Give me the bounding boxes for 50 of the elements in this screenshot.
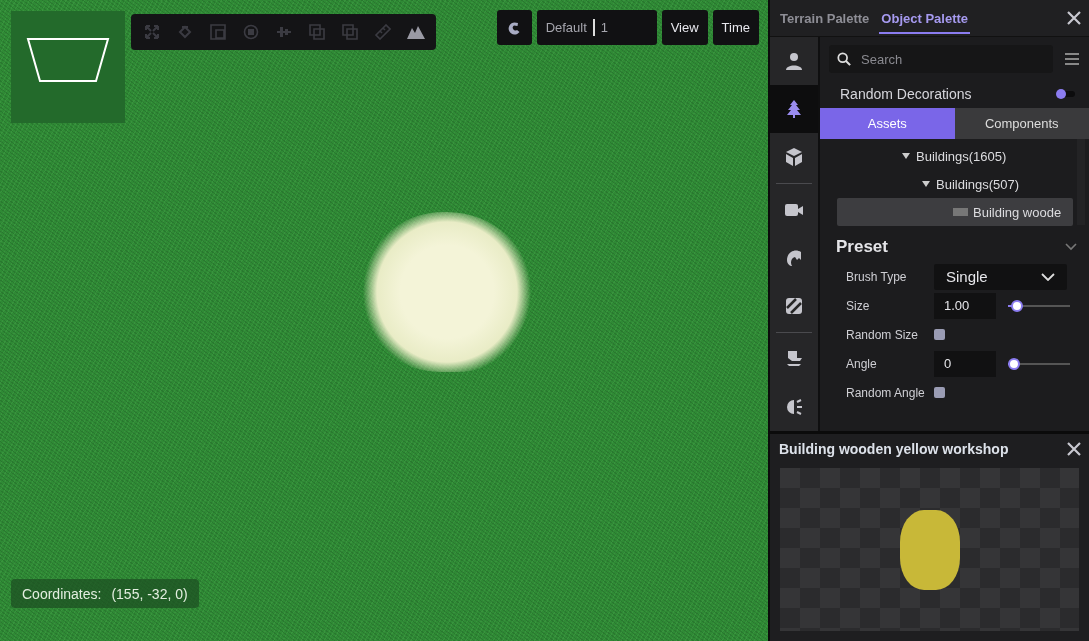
- tree-item[interactable]: Building woode: [837, 198, 1073, 226]
- number-field[interactable]: 1.00: [934, 292, 996, 319]
- asset-tab[interactable]: Components: [954, 108, 1089, 139]
- preview-title: Building wooden yellow workshop: [779, 441, 1009, 457]
- setting-label: Random Angle: [846, 385, 926, 400]
- brush-type-dropdown[interactable]: Single: [934, 263, 1067, 290]
- layer-value: 1: [600, 20, 609, 35]
- preset-heading: Preset: [836, 237, 888, 257]
- palette-tab[interactable]: Object Palette: [879, 2, 971, 34]
- slider-thumb[interactable]: [1010, 299, 1023, 312]
- menu-icon[interactable]: [1065, 53, 1079, 65]
- tree-icon: [784, 99, 804, 119]
- slider-thumb[interactable]: [1008, 357, 1020, 370]
- layer-label: Default: [545, 20, 587, 35]
- tree-folder[interactable]: Buildings(507): [820, 170, 1089, 198]
- camera-frustum-icon: [26, 37, 110, 85]
- magnet-button[interactable]: [496, 10, 532, 45]
- stripes-icon: [784, 296, 804, 316]
- view-mode-button[interactable]: View: [661, 10, 708, 45]
- category-button[interactable]: [770, 85, 818, 133]
- close-icon[interactable]: [1067, 442, 1081, 456]
- cube-icon: [784, 147, 804, 167]
- chevron-down-icon: [1041, 272, 1055, 281]
- caret-icon: [922, 180, 930, 188]
- chevron-down-icon[interactable]: [1065, 243, 1077, 251]
- tree-folder[interactable]: Buildings(1605): [820, 142, 1089, 170]
- minimap[interactable]: [11, 11, 125, 123]
- checkbox[interactable]: [934, 387, 945, 398]
- coordinates-value: (155, -32, 0): [111, 585, 188, 602]
- view-mode-button[interactable]: Time: [712, 10, 759, 45]
- layer-field[interactable]: Default 1: [536, 10, 657, 45]
- scrollbar[interactable]: [1077, 139, 1085, 225]
- random-decorations-label: Random Decorations: [840, 85, 973, 102]
- setting-label: Random Size: [846, 327, 920, 342]
- caret-icon: [902, 152, 910, 160]
- brush-type-label: Brush Type: [846, 269, 908, 284]
- asset-tab[interactable]: Assets: [820, 108, 955, 139]
- search-icon: [837, 52, 851, 66]
- palette-tab[interactable]: Terrain Palette: [778, 2, 872, 34]
- setting-label: Size: [846, 298, 871, 313]
- number-field[interactable]: 0: [934, 350, 996, 377]
- search-field[interactable]: Search: [829, 45, 1053, 73]
- mountain-icon[interactable]: [406, 24, 425, 40]
- coordinates-label: Coordinates:: [22, 585, 102, 602]
- person-icon: [784, 51, 804, 71]
- checkbox[interactable]: [934, 329, 945, 340]
- random-decorations-toggle[interactable]: [1057, 90, 1075, 97]
- setting-label: Angle: [846, 356, 878, 371]
- light-icon: [784, 397, 804, 417]
- close-icon[interactable]: [1067, 11, 1081, 25]
